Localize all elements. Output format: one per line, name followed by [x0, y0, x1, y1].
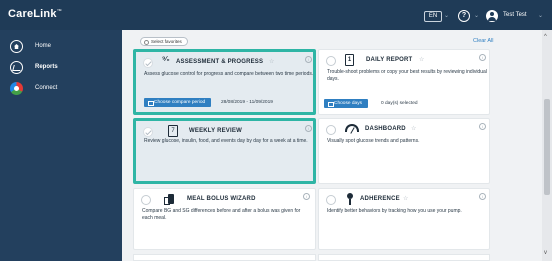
star-icon[interactable]: ☆: [269, 58, 274, 65]
user-avatar-icon[interactable]: [486, 10, 498, 22]
report-card-weekly[interactable]: 7 WEEKLY REVIEW ☆ i Review glucose, insu…: [133, 118, 316, 184]
sidebar: Home Reports Connect: [0, 30, 122, 261]
star-icon[interactable]: ☆: [232, 127, 237, 134]
weekly-review-icon: 7: [168, 125, 178, 137]
carelink-logo[interactable]: CareLink™: [8, 8, 62, 20]
checkbox[interactable]: [326, 125, 336, 135]
report-card-dashboard[interactable]: DASHBOARD ☆ i Visually spot glucose tren…: [318, 118, 490, 184]
info-icon[interactable]: i: [303, 193, 310, 200]
connect-icon: [10, 82, 23, 95]
card-description: Assess glucose control for progress and …: [144, 71, 314, 77]
home-icon: [10, 40, 23, 53]
card-description: Review glucose, insulin, food, and event…: [144, 138, 308, 144]
daily-report-icon: 1: [345, 54, 354, 66]
sidebar-item-label: Home: [35, 43, 52, 49]
card-description: Trouble-shoot problems or copy your best…: [327, 69, 487, 82]
report-card-adherence[interactable]: ADHERENCE ☆ i Identify better behaviors …: [318, 188, 490, 250]
checkbox-checked[interactable]: [143, 127, 153, 137]
checkbox[interactable]: [326, 195, 336, 205]
selected-period: 28/08/2019 - 11/09/2019: [221, 100, 273, 105]
sidebar-item-home[interactable]: Home: [0, 37, 122, 57]
star-icon[interactable]: ☆: [419, 56, 424, 63]
chevron-down-icon[interactable]: ⌄: [538, 12, 543, 19]
dashboard-gauge-icon: [345, 124, 359, 132]
help-icon[interactable]: ?: [458, 10, 470, 22]
card-description: Identify better behaviors by tracking ho…: [327, 208, 462, 214]
info-icon[interactable]: i: [479, 193, 486, 200]
card-title: DASHBOARD: [365, 126, 406, 132]
scroll-up-icon[interactable]: ^: [544, 34, 547, 40]
user-name[interactable]: Test Test: [503, 12, 527, 18]
chevron-down-icon[interactable]: ⌄: [444, 12, 449, 19]
report-card-daily[interactable]: 1 DAILY REPORT ☆ i Trouble-shoot problem…: [318, 49, 490, 115]
report-card-assessment[interactable]: ⁹⁄₀ ASSESSMENT & PROGRESS ☆ i Assess glu…: [133, 49, 316, 115]
chevron-down-icon[interactable]: ⌄: [474, 12, 479, 19]
sidebar-item-label: Reports: [35, 64, 58, 70]
card-description: Visually spot glucose trends and pattern…: [327, 138, 420, 144]
choose-compare-period-button[interactable]: Choose compare period: [144, 98, 212, 107]
card-title: DAILY REPORT: [366, 57, 413, 63]
checkbox[interactable]: [141, 195, 151, 205]
adherence-icon: [343, 193, 357, 205]
report-card-meal-bolus[interactable]: MEAL BOLUS WIZARD ☆ i Compare BG and SG …: [133, 188, 316, 250]
checkbox-checked[interactable]: [143, 58, 153, 68]
sidebar-item-label: Connect: [35, 85, 58, 91]
report-card-partial[interactable]: [318, 254, 490, 261]
scrollbar-thumb[interactable]: [544, 99, 550, 195]
sidebar-item-reports[interactable]: Reports: [0, 58, 122, 78]
meal-bolus-icon: [164, 193, 176, 205]
info-icon[interactable]: i: [479, 123, 486, 130]
language-select[interactable]: EN: [424, 11, 442, 22]
info-icon[interactable]: i: [305, 125, 312, 132]
card-title: ASSESSMENT & PROGRESS: [176, 59, 264, 65]
report-card-partial[interactable]: [133, 254, 316, 261]
reports-icon: [10, 61, 23, 74]
scroll-down-icon[interactable]: v: [544, 250, 547, 256]
card-title: ADHERENCE: [360, 196, 400, 202]
clear-all-link[interactable]: Clear All: [473, 38, 493, 44]
info-icon[interactable]: i: [479, 54, 486, 61]
card-description: Compare BG and SG differences before and…: [142, 208, 301, 221]
star-icon[interactable]: ☆: [245, 195, 250, 202]
star-icon[interactable]: ☆: [403, 195, 408, 202]
sidebar-item-connect[interactable]: Connect: [0, 79, 122, 99]
info-icon[interactable]: i: [305, 56, 312, 63]
select-favorites-button[interactable]: Select favorites: [140, 37, 188, 46]
days-selected: 0 day(s) selected: [381, 101, 418, 106]
checkbox[interactable]: [326, 56, 336, 66]
star-icon[interactable]: ☆: [411, 125, 416, 132]
compare-icon: ⁹⁄₀: [162, 56, 170, 63]
choose-days-button[interactable]: Choose days: [324, 99, 368, 108]
